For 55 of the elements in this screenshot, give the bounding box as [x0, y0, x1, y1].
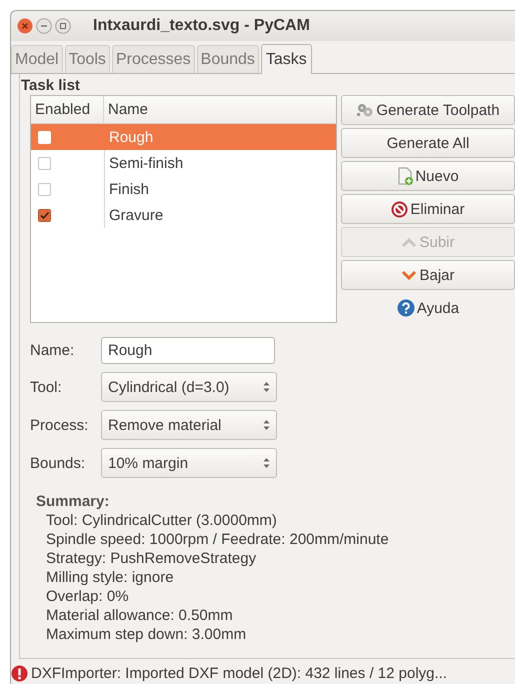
close-button[interactable]	[17, 18, 33, 34]
dropdown[interactable]: Cylindrical (d=3.0)	[101, 372, 277, 402]
spinner-arrows-icon	[263, 419, 270, 431]
minimize-icon	[36, 18, 52, 34]
window-title: Intxaurdi_texto.svg - PyCAM	[93, 17, 310, 35]
field-label: Name:	[30, 342, 76, 359]
action-button[interactable]: Nuevo	[341, 161, 515, 191]
help-icon	[396, 299, 415, 317]
gear-icon	[356, 102, 374, 118]
text-field[interactable]: Rough	[101, 337, 275, 364]
close-icon	[17, 18, 33, 34]
summary-line: Material allowance: 0.50mm	[45, 606, 234, 625]
tab[interactable]: Tasks	[260, 44, 312, 74]
summary-line: Tool: CylindricalCutter (3.0000mm)	[45, 511, 278, 530]
status-text: DXFImporter: Imported DXF model (2D): 432 lines / 12 polyg...	[31, 664, 447, 682]
new-document-icon	[397, 167, 414, 185]
task-row[interactable]: Finish	[31, 176, 336, 202]
maximize-icon	[55, 18, 71, 34]
action-button[interactable]: Eliminar	[341, 194, 515, 224]
field-label: Process:	[30, 416, 90, 434]
task-row[interactable]: Semi-finish	[31, 150, 336, 176]
spinner-arrows-icon	[263, 381, 270, 393]
chevron-up-icon	[401, 236, 418, 248]
checkbox[interactable]	[38, 208, 51, 222]
dropdown[interactable]: Remove material	[101, 410, 277, 440]
checkbox[interactable]	[38, 156, 51, 170]
column-header[interactable]: Enabled	[31, 96, 104, 123]
stop-icon	[391, 200, 408, 218]
checkmark-icon	[39, 210, 50, 220]
action-button[interactable]: Generate Toolpath	[341, 95, 515, 125]
summary-line: Overlap: 0%	[45, 587, 130, 606]
action-button[interactable]: Ayuda	[341, 293, 515, 323]
summary-line: Spindle speed: 1000rpm / Feedrate: 200mm/minute	[45, 530, 390, 549]
section-title: Task list	[21, 77, 81, 94]
checkbox[interactable]	[38, 182, 51, 196]
error-icon	[11, 664, 28, 682]
minimize-button[interactable]	[36, 18, 52, 34]
action-button[interactable]: Bajar	[341, 260, 515, 290]
dropdown[interactable]: 10% margin	[101, 448, 277, 478]
task-name: Semi-finish	[109, 154, 184, 172]
summary-title: Summary:	[36, 492, 110, 511]
maximize-button[interactable]	[55, 18, 71, 34]
action-button[interactable]: Generate All	[341, 128, 515, 158]
task-name: Gravure	[109, 206, 164, 224]
summary-line: Maximum step down: 3.00mm	[45, 625, 248, 644]
field-label: Bounds:	[30, 454, 86, 472]
spinner-arrows-icon	[263, 457, 270, 469]
column-header[interactable]: Name	[104, 96, 148, 123]
summary-line: Strategy: PushRemoveStrategy	[45, 549, 258, 568]
field-label: Tool:	[30, 378, 63, 396]
chevron-down-icon	[401, 269, 418, 281]
task-row[interactable]: Gravure	[31, 202, 336, 228]
summary-line: Milling style: ignore	[45, 568, 175, 587]
task-name: Finish	[109, 180, 150, 198]
task-name: Rough	[109, 128, 154, 146]
